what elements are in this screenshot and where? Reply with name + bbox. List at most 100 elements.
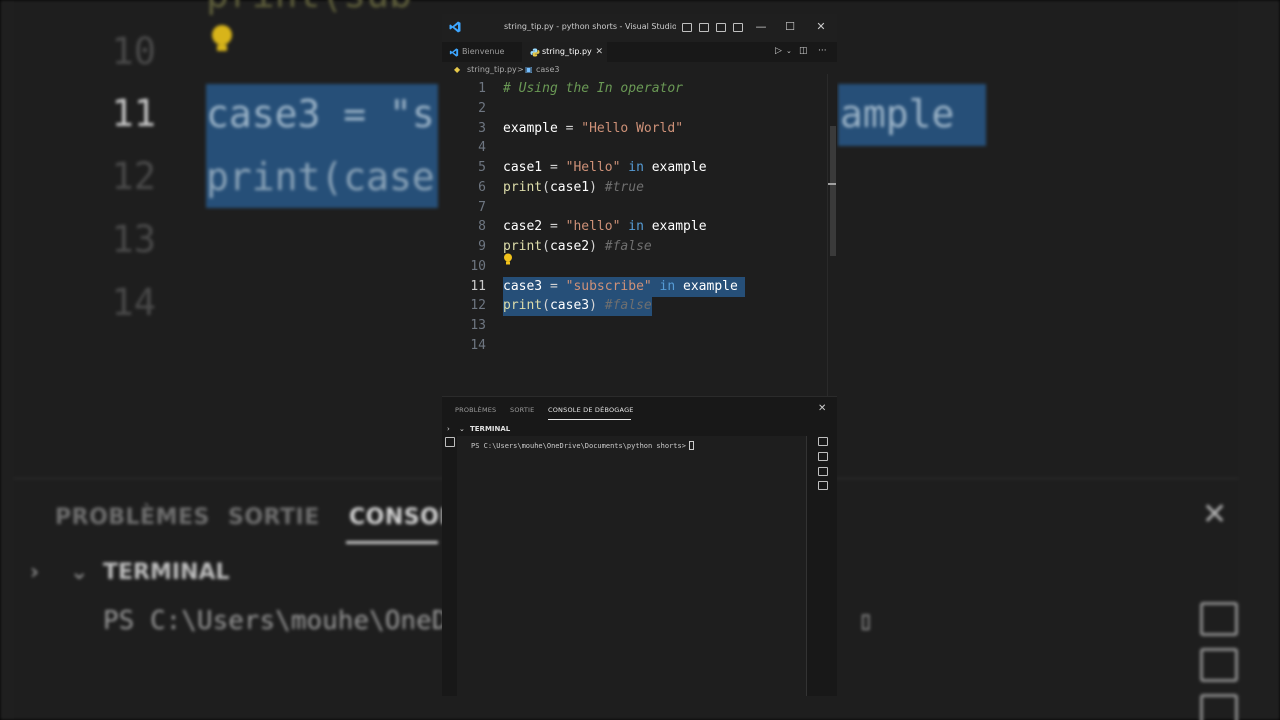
code-token: example [651, 219, 707, 235]
breadcrumb-symbol[interactable]: case3 [536, 62, 559, 78]
code-text[interactable]: print(case1) #true [503, 178, 644, 198]
code-token: example [503, 120, 558, 136]
tab-console-debogage[interactable]: CONSOLE DE DÉBOGAGE [548, 406, 634, 414]
code-line[interactable]: 5 case1 = "Hello" in example [442, 158, 837, 178]
code-token: example [683, 278, 746, 294]
line-number: 4 [478, 140, 486, 156]
code-token: case1 [503, 160, 543, 175]
chevron-down-icon[interactable]: ⌄ [786, 47, 792, 55]
terminal-header[interactable]: › ⌄ TERMINAL [442, 422, 837, 436]
code-token: case3 [503, 278, 543, 294]
code-text[interactable]: case1 = "Hello" in example [503, 158, 707, 178]
bg-terminal-icon [1200, 694, 1238, 720]
code-text[interactable]: case3 = "subscribe" in example [503, 277, 746, 297]
line-number: 6 [478, 179, 486, 195]
close-panel-button[interactable]: ✕ [818, 403, 826, 414]
code-line[interactable]: 10 [442, 257, 837, 277]
code-text[interactable]: print(case3) #false [503, 296, 652, 316]
code-text[interactable]: # Using the In operator [503, 79, 683, 99]
breadcrumb-file[interactable]: string_tip.py [467, 62, 517, 78]
code-token: in [651, 278, 684, 294]
layout-sidebar-icon[interactable] [682, 23, 692, 32]
code-text[interactable]: example = "Hello World" [503, 119, 683, 139]
more-actions-icon[interactable]: ··· [818, 46, 827, 56]
bg-terminal-icon [1200, 602, 1238, 636]
bg-code-tail: ample [840, 92, 955, 136]
terminal-cursor [688, 441, 694, 450]
tab-problemes[interactable]: PROBLÈMES [455, 406, 496, 414]
terminal-prompt[interactable]: PS C:\Users\mouhe\OneDrive\Documents\pyt… [471, 441, 694, 450]
line-number: 14 [470, 337, 486, 353]
run-python-icon[interactable]: ▷ [775, 46, 782, 56]
chevron-right-icon[interactable]: › [447, 422, 450, 436]
code-line[interactable]: 3 example = "Hello World" [442, 119, 837, 139]
close-tab-icon[interactable]: ✕ [595, 42, 603, 62]
bg-close-icon: ✕ [1202, 497, 1228, 532]
bg-terminal-title: › [30, 560, 40, 585]
terminal-powershell-icon[interactable] [818, 437, 828, 446]
code-line[interactable]: 14 [442, 336, 837, 356]
tab-bienvenue[interactable]: Bienvenue [442, 42, 527, 62]
code-token: case2 [549, 239, 590, 254]
layout-panel-icon[interactable] [699, 23, 709, 32]
code-line[interactable]: 6 print(case1) #true [442, 178, 837, 198]
tab-string-tip[interactable]: string_tip.py ✕ [522, 42, 607, 62]
vscode-logo-icon [449, 48, 459, 57]
terminal-settings-icon[interactable] [445, 437, 455, 447]
code-token: print [503, 179, 543, 195]
layout-sidebar-right-icon[interactable] [716, 23, 726, 32]
code-token: case2 [503, 219, 543, 235]
chevron-down-icon[interactable]: ⌄ [459, 422, 465, 436]
code-token: "Hello World" [581, 120, 684, 136]
code-text[interactable]: print(case2) #false [503, 237, 652, 257]
terminal-shell-icon[interactable] [818, 481, 828, 490]
window-title: string_tip.py - python shorts - Visual S… [504, 22, 676, 31]
code-token: = [542, 160, 566, 175]
code-line[interactable]: 7 [442, 198, 837, 218]
code-token: "Hello" [565, 160, 621, 175]
scrollbar-thumb[interactable] [830, 126, 836, 256]
code-line[interactable]: 2 [442, 99, 837, 119]
code-line[interactable]: 13 [442, 316, 837, 336]
code-token: print [503, 298, 543, 314]
bottom-panel: PROBLÈMES SORTIE CONSOLE DE DÉBOGAGE ✕ ›… [442, 396, 837, 696]
code-token: #false [604, 239, 652, 254]
split-editor-icon[interactable]: ◫ [799, 46, 808, 56]
tab-label: Bienvenue [462, 47, 505, 56]
bg-tab-underline [346, 541, 438, 544]
terminal-python-icon[interactable] [818, 467, 828, 476]
code-line[interactable]: 11 case3 = "subscribe" in example [442, 276, 837, 297]
terminal-title: TERMINAL [470, 425, 511, 433]
minimize-button[interactable]: — [754, 20, 768, 34]
code-line[interactable]: 9 print(case2) #false [442, 237, 837, 257]
breadcrumb-separator: > [517, 65, 524, 74]
code-token: ( [542, 179, 550, 195]
line-number: 3 [478, 120, 486, 136]
vscode-logo-icon [449, 21, 461, 33]
code-line[interactable]: 1 # Using the In operator [442, 79, 837, 99]
tab-sortie[interactable]: SORTIE [510, 406, 534, 414]
bg-terminal-cursor: ▯ [858, 606, 874, 636]
code-token: case3 [549, 298, 590, 314]
bg-line-number: 12 [111, 155, 156, 198]
breadcrumb: ◆ string_tip.py > ▣ case3 [442, 62, 837, 78]
code-editor[interactable]: 1 # Using the In operator 2 3 example = "Hel… [442, 78, 837, 396]
code-token: example [651, 160, 707, 175]
line-number: 11 [470, 278, 486, 294]
code-token: = [542, 219, 566, 235]
code-text[interactable]: case2 = "hello" in example [503, 217, 707, 237]
terminal-body[interactable]: PS C:\Users\mouhe\OneDrive\Documents\pyt… [457, 436, 807, 696]
code-line[interactable]: 8 case2 = "hello" in example [442, 217, 837, 237]
customize-layout-icon[interactable] [733, 23, 743, 32]
line-number: 2 [478, 100, 486, 116]
terminal-cmd-icon[interactable] [818, 452, 828, 461]
code-line[interactable]: 12 print(case3) #false [442, 296, 837, 317]
bg-chevron-down-icon: ⌄ [70, 560, 89, 585]
line-number: 8 [478, 219, 486, 235]
code-line[interactable]: 4 [442, 138, 837, 158]
close-window-button[interactable]: ✕ [814, 20, 828, 34]
bg-terminal-line: PS C:\Users\mouhe\OneDr [103, 606, 464, 636]
code-token: print [503, 239, 543, 254]
maximize-button[interactable]: ☐ [783, 20, 797, 34]
bg-code-line: case3 = "s [206, 92, 435, 136]
